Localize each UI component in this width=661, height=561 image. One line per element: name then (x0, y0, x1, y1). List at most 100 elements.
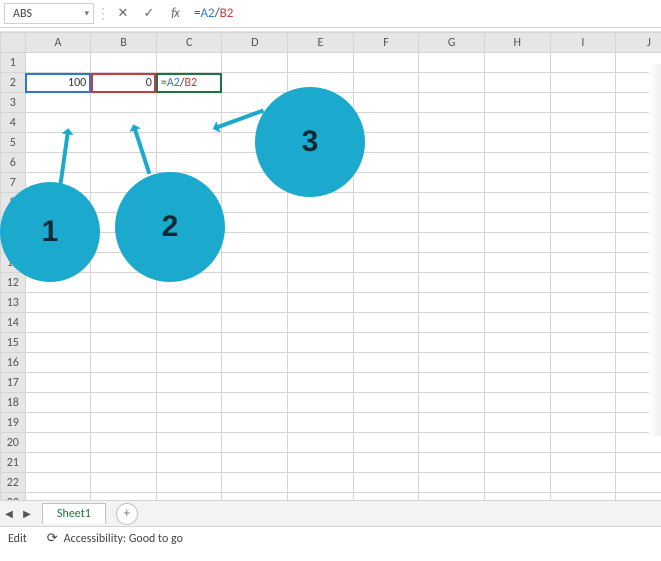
cell-J23[interactable] (616, 493, 661, 501)
cell-F15[interactable] (353, 333, 419, 353)
sheet-tab-sheet1[interactable]: Sheet1 (42, 503, 106, 524)
cell-F23[interactable] (353, 493, 419, 501)
cell-F19[interactable] (353, 413, 419, 433)
cell-C5[interactable] (156, 133, 222, 153)
cell-F9[interactable] (353, 213, 419, 233)
cell-I5[interactable] (550, 133, 616, 153)
cell-C11[interactable] (156, 253, 222, 273)
cell-C20[interactable] (156, 433, 222, 453)
cell-G15[interactable] (419, 333, 485, 353)
cell-C9[interactable] (156, 213, 222, 233)
cell-F16[interactable] (353, 353, 419, 373)
row-header-1[interactable]: 1 (1, 53, 26, 73)
row-header-13[interactable]: 13 (1, 293, 26, 313)
cell-D5[interactable] (222, 133, 288, 153)
column-header-b[interactable]: B (91, 33, 157, 53)
cell-D19[interactable] (222, 413, 288, 433)
cell-C18[interactable] (156, 393, 222, 413)
cell-E15[interactable] (288, 333, 354, 353)
cell-E8[interactable] (288, 193, 354, 213)
cell-D2[interactable] (222, 73, 288, 93)
row-header-11[interactable]: 11 (1, 253, 26, 273)
cell-B4[interactable] (91, 113, 157, 133)
cell-I9[interactable] (550, 213, 616, 233)
cell-H20[interactable] (484, 433, 550, 453)
cell-I21[interactable] (550, 453, 616, 473)
cell-H7[interactable] (484, 173, 550, 193)
cell-A1[interactable] (25, 53, 91, 73)
cell-G19[interactable] (419, 413, 485, 433)
cell-D18[interactable] (222, 393, 288, 413)
row-header-4[interactable]: 4 (1, 113, 26, 133)
cell-J22[interactable] (616, 473, 661, 493)
cell-I1[interactable] (550, 53, 616, 73)
cell-A5[interactable] (25, 133, 91, 153)
cell-D6[interactable] (222, 153, 288, 173)
cell-D11[interactable] (222, 253, 288, 273)
cell-H22[interactable] (484, 473, 550, 493)
cell-A10[interactable] (25, 233, 91, 253)
cell-B1[interactable] (91, 53, 157, 73)
row-header-3[interactable]: 3 (1, 93, 26, 113)
cell-E5[interactable] (288, 133, 354, 153)
cell-E20[interactable] (288, 433, 354, 453)
column-header-d[interactable]: D (222, 33, 288, 53)
row-header-7[interactable]: 7 (1, 173, 26, 193)
column-header-e[interactable]: E (288, 33, 354, 53)
cell-G23[interactable] (419, 493, 485, 501)
cell-A16[interactable] (25, 353, 91, 373)
cell-E9[interactable] (288, 213, 354, 233)
cell-H21[interactable] (484, 453, 550, 473)
row-header-18[interactable]: 18 (1, 393, 26, 413)
row-header-19[interactable]: 19 (1, 413, 26, 433)
cell-A21[interactable] (25, 453, 91, 473)
cell-G6[interactable] (419, 153, 485, 173)
cell-C17[interactable] (156, 373, 222, 393)
cell-I6[interactable] (550, 153, 616, 173)
cell-E10[interactable] (288, 233, 354, 253)
cell-G13[interactable] (419, 293, 485, 313)
row-header-22[interactable]: 22 (1, 473, 26, 493)
cell-I14[interactable] (550, 313, 616, 333)
cell-F22[interactable] (353, 473, 419, 493)
cell-B10[interactable] (91, 233, 157, 253)
cell-I11[interactable] (550, 253, 616, 273)
cancel-button[interactable]: ✕ (110, 0, 136, 27)
cell-C4[interactable] (156, 113, 222, 133)
cell-G11[interactable] (419, 253, 485, 273)
cell-G1[interactable] (419, 53, 485, 73)
cell-D20[interactable] (222, 433, 288, 453)
cell-H18[interactable] (484, 393, 550, 413)
cell-F21[interactable] (353, 453, 419, 473)
cell-A7[interactable] (25, 173, 91, 193)
cell-E11[interactable] (288, 253, 354, 273)
cell-H3[interactable] (484, 93, 550, 113)
cell-C3[interactable] (156, 93, 222, 113)
cell-H5[interactable] (484, 133, 550, 153)
cell-I17[interactable] (550, 373, 616, 393)
cell-G5[interactable] (419, 133, 485, 153)
tab-prev-button[interactable]: ◀ (0, 507, 18, 520)
name-box-caret-icon[interactable]: ▾ (84, 8, 89, 19)
formula-input[interactable]: =A2/B2 (188, 0, 661, 27)
row-header-21[interactable]: 21 (1, 453, 26, 473)
cell-I3[interactable] (550, 93, 616, 113)
cell-A12[interactable] (25, 273, 91, 293)
cell-H23[interactable] (484, 493, 550, 501)
cell-G16[interactable] (419, 353, 485, 373)
cell-C13[interactable] (156, 293, 222, 313)
cell-B11[interactable] (91, 253, 157, 273)
column-header-h[interactable]: H (484, 33, 550, 53)
cell-H11[interactable] (484, 253, 550, 273)
cell-C15[interactable] (156, 333, 222, 353)
cell-A13[interactable] (25, 293, 91, 313)
cell-F1[interactable] (353, 53, 419, 73)
cell-G10[interactable] (419, 233, 485, 253)
cell-A9[interactable] (25, 213, 91, 233)
cell-H6[interactable] (484, 153, 550, 173)
cell-F20[interactable] (353, 433, 419, 453)
cell-E2[interactable] (288, 73, 354, 93)
cell-I22[interactable] (550, 473, 616, 493)
cell-A20[interactable] (25, 433, 91, 453)
cell-E17[interactable] (288, 373, 354, 393)
